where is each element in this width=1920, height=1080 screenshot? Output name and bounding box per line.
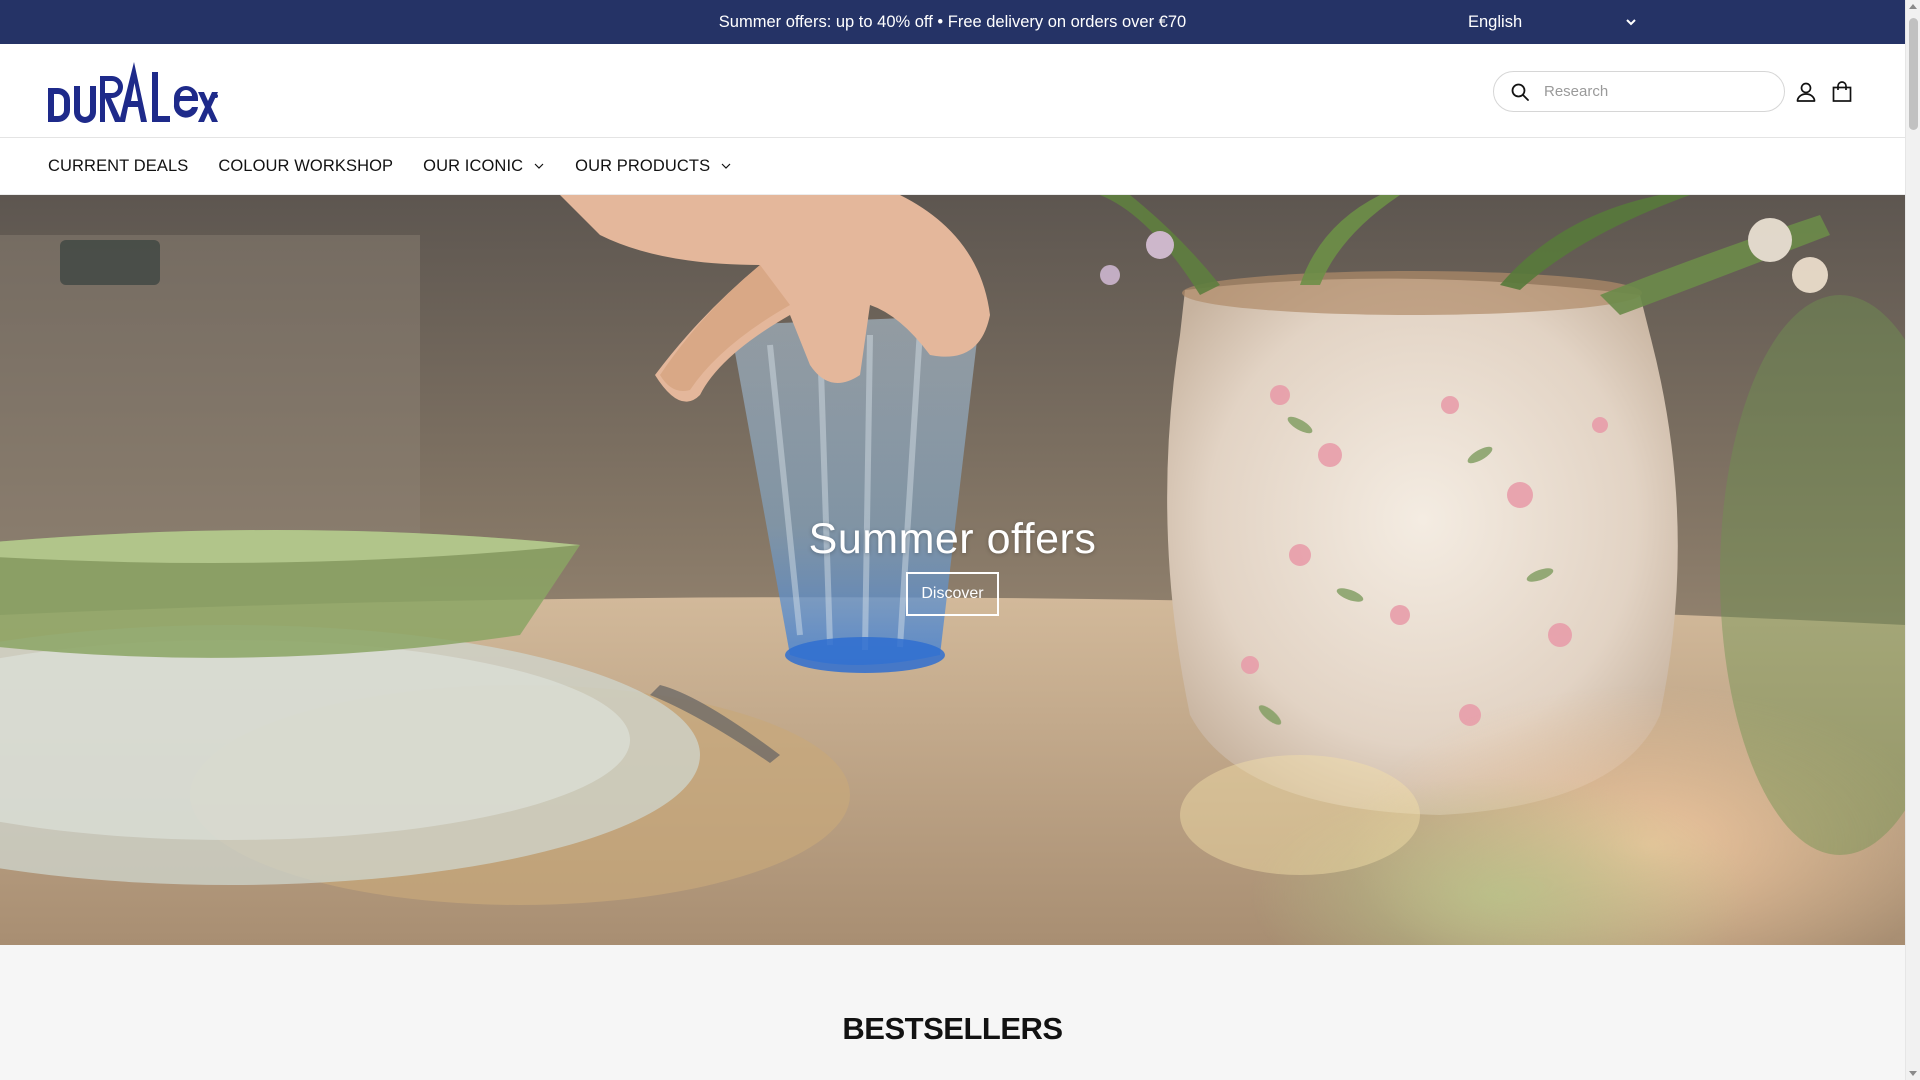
- search-box[interactable]: [1493, 71, 1785, 112]
- scroll-down-icon[interactable]: [1909, 1071, 1917, 1076]
- hero-image: [0, 195, 1905, 945]
- nav-our-iconic[interactable]: OUR ICONIC: [423, 157, 545, 176]
- scrollbar-thumb[interactable]: [1909, 18, 1918, 130]
- search-icon[interactable]: [1510, 82, 1530, 102]
- scroll-up-icon[interactable]: [1909, 4, 1917, 9]
- chevron-down-icon: [721, 163, 731, 169]
- announcement-text: Summer offers: up to 40% off • Free deli…: [718, 12, 1187, 31]
- nav-current-deals[interactable]: CURRENT DEALS: [48, 157, 188, 176]
- section-title: BESTSELLERS: [842, 1011, 1063, 1046]
- bestsellers-section: BESTSELLERS: [0, 945, 1905, 1080]
- page: Summer offers: up to 40% off • Free deli…: [0, 0, 1905, 1080]
- language-label: English: [1468, 12, 1523, 31]
- nav-colour-workshop[interactable]: COLOUR WORKSHOP: [218, 157, 393, 176]
- site-header: [0, 44, 1905, 138]
- announcement-bar: Summer offers: up to 40% off • Free deli…: [0, 0, 1905, 44]
- language-selector[interactable]: English: [1468, 0, 1638, 44]
- discover-button[interactable]: Discover: [906, 572, 999, 616]
- nav-label: OUR ICONIC: [423, 156, 524, 175]
- duralex-logo[interactable]: [46, 58, 218, 124]
- nav-label: COLOUR WORKSHOP: [218, 156, 394, 175]
- chevron-down-icon: [534, 163, 544, 169]
- nav-label: OUR PRODUCTS: [575, 156, 711, 175]
- cart-icon[interactable]: [1830, 80, 1854, 104]
- hero-title: Summer offers: [808, 515, 1097, 563]
- main-nav: CURRENT DEALS COLOUR WORKSHOP OUR ICONIC…: [0, 138, 1905, 195]
- search-input[interactable]: [1544, 83, 1764, 100]
- chevron-down-icon: [1626, 19, 1636, 26]
- nav-label: CURRENT DEALS: [48, 156, 189, 175]
- account-icon[interactable]: [1794, 80, 1818, 104]
- nav-our-products[interactable]: OUR PRODUCTS: [575, 157, 732, 176]
- hero-banner: Summer offers Discover: [0, 195, 1905, 945]
- page-scrollbar[interactable]: [1905, 0, 1920, 1080]
